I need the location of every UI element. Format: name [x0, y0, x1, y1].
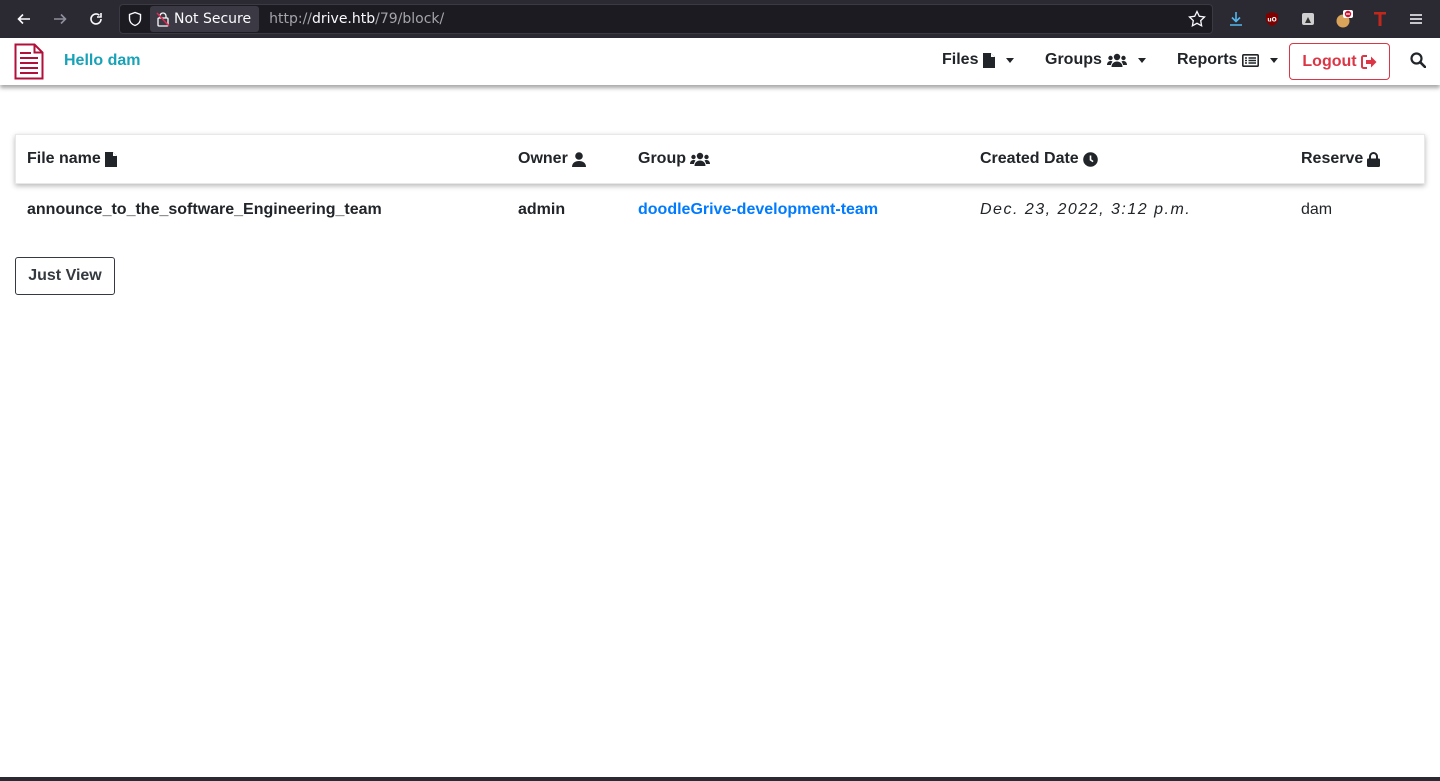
reload-button[interactable] [78, 0, 114, 38]
cookie-extension-button[interactable] [1329, 0, 1359, 38]
cookie-icon [1336, 10, 1353, 28]
file-icon [104, 151, 117, 167]
back-button[interactable] [6, 0, 42, 38]
greeting-link[interactable]: Hello dam [64, 52, 140, 70]
security-label: Not Secure [174, 11, 252, 27]
header-file-name: File name [27, 150, 117, 168]
browser-toolbar: Not Secure http://drive.htb/79/block/ uO [0, 0, 1440, 38]
list-alt-icon [1242, 53, 1260, 67]
header-reserve: Reserve [1301, 150, 1381, 168]
url-bar[interactable]: Not Secure http://drive.htb/79/block/ [119, 4, 1213, 34]
header-label: File name [27, 150, 101, 167]
reports-menu[interactable]: Reports [1177, 51, 1279, 69]
ublock-extension-button[interactable]: uO [1257, 0, 1287, 38]
file-icon [983, 52, 996, 68]
app-navbar: Hello dam Files Groups Reports Logout [0, 38, 1440, 85]
chevron-down-icon [1006, 57, 1015, 63]
chevron-down-icon [1270, 57, 1279, 63]
reserve-cell: dam [1301, 201, 1333, 218]
app-menu-button[interactable] [1401, 0, 1431, 38]
group-link[interactable]: doodleGrive-development-team [638, 201, 878, 219]
created-date-cell: Dec. 23, 2022, 3:12 p.m. [980, 201, 1192, 218]
logout-button[interactable]: Logout [1289, 43, 1390, 80]
groups-menu-label: Groups [1045, 51, 1102, 68]
header-label: Created Date [980, 150, 1079, 167]
t-extension-icon [1374, 12, 1386, 26]
just-view-button[interactable]: Just View [15, 257, 115, 295]
forward-button[interactable] [42, 0, 78, 38]
file-name-cell: announce_to_the_software_Engineering_tea… [27, 201, 382, 218]
chevron-down-icon [1137, 57, 1146, 63]
extension-icon [1302, 13, 1314, 25]
lock-icon [1367, 151, 1381, 167]
reports-menu-label: Reports [1177, 51, 1238, 68]
url-text[interactable]: http://drive.htb/79/block/ [269, 11, 444, 27]
url-path: /79/block/ [375, 11, 445, 27]
arrow-left-icon [17, 13, 30, 25]
hamburger-icon [1410, 14, 1422, 24]
header-label: Reserve [1301, 150, 1364, 167]
arrow-right-icon [54, 13, 67, 25]
extension-button[interactable] [1293, 0, 1323, 38]
url-host: drive.htb [312, 11, 376, 27]
groups-menu[interactable]: Groups [1045, 51, 1146, 69]
brand-logo[interactable] [14, 43, 44, 85]
clock-icon [1082, 151, 1098, 167]
reload-icon [90, 13, 102, 25]
files-menu-label: Files [942, 51, 979, 68]
users-icon [690, 152, 710, 166]
owner-cell: admin [518, 201, 566, 218]
downloads-button[interactable] [1221, 0, 1251, 38]
header-label: Group [638, 150, 686, 167]
header-label: Owner [518, 150, 568, 167]
search-button[interactable] [1410, 52, 1427, 73]
bookmark-button[interactable] [1188, 9, 1206, 33]
star-icon [1188, 9, 1206, 28]
header-group: Group [638, 150, 710, 168]
svg-text:uO: uO [1267, 17, 1276, 24]
site-security-indicator[interactable]: Not Secure [150, 6, 260, 32]
window-bottom-edge [0, 777, 1440, 781]
ublock-icon: uO [1266, 12, 1278, 26]
shield-icon [128, 11, 142, 27]
files-table: File name Owner Group Created Date Reser… [15, 134, 1425, 234]
table-row: announce_to_the_software_Engineering_tea… [15, 184, 1425, 234]
url-scheme: http:// [269, 11, 312, 27]
users-icon [1106, 53, 1127, 67]
t-extension-button[interactable] [1365, 0, 1395, 38]
search-icon [1410, 52, 1427, 69]
user-icon [571, 151, 586, 167]
logout-label: Logout [1302, 52, 1357, 70]
table-header: File name Owner Group Created Date Reser… [15, 134, 1425, 184]
header-created-date: Created Date [980, 150, 1098, 168]
sign-out-icon [1360, 54, 1377, 69]
header-owner: Owner [518, 150, 586, 168]
files-menu[interactable]: Files [942, 51, 1015, 69]
document-icon [14, 43, 44, 80]
tracking-protection-button[interactable] [120, 11, 150, 27]
download-icon [1230, 12, 1242, 26]
insecure-lock-icon [156, 11, 170, 27]
